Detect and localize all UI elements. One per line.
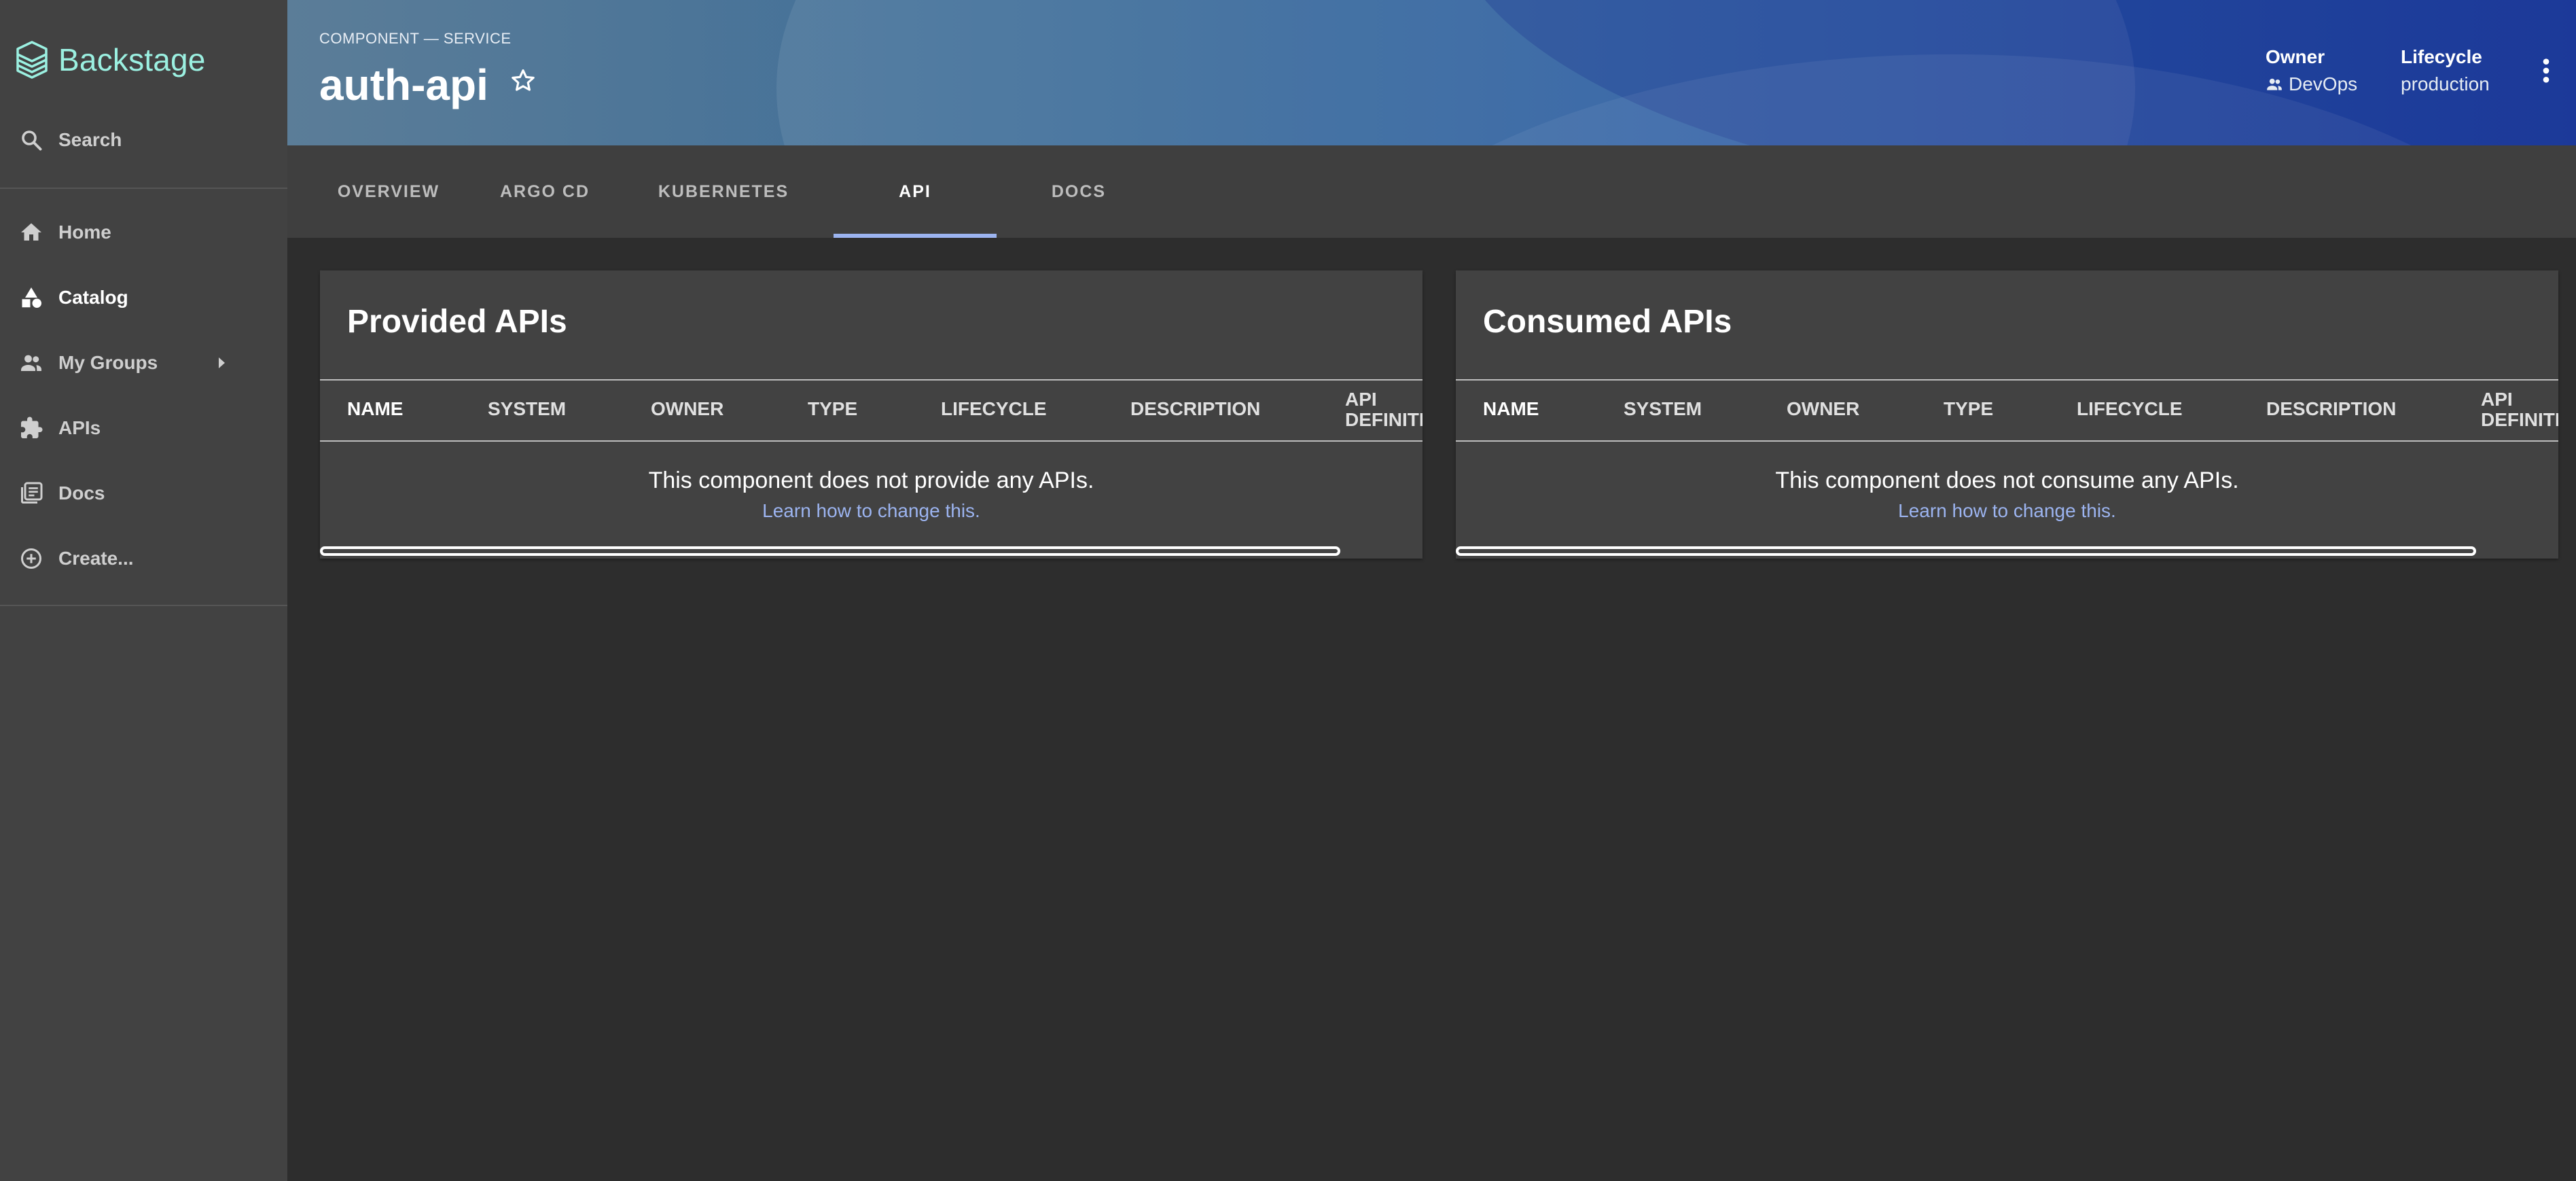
owner-name[interactable]: DevOps xyxy=(2289,73,2357,95)
column-header-name[interactable]: NAME xyxy=(347,398,403,420)
tab-argo-cd[interactable]: ARGO CD xyxy=(490,145,600,238)
catalog-icon xyxy=(22,287,41,308)
empty-state-message: This component does not provide any APIs… xyxy=(648,468,1094,493)
lifecycle-value: production xyxy=(2401,73,2490,94)
sidebar-divider xyxy=(0,188,287,189)
owner-value[interactable]: DevOps xyxy=(2266,73,2357,95)
column-header-system[interactable]: SYSTEM xyxy=(1624,398,1702,420)
table-header-top-border xyxy=(320,379,1423,381)
sidebar-divider xyxy=(0,605,287,606)
entity-kind-label: COMPONENT — SERVICE xyxy=(319,30,512,47)
search-icon xyxy=(22,130,42,151)
column-header-description[interactable]: DESCRIPTION xyxy=(2266,398,2396,420)
provided-apis-card: Provided APIs NAME SYSTEM OWNER TYPE LIF… xyxy=(320,270,1423,559)
entity-header: COMPONENT — SERVICE auth-api Owner DevOp… xyxy=(287,0,2576,145)
sidebar-item-label: Catalog xyxy=(58,287,128,308)
sidebar-item-label: APIs xyxy=(58,417,101,438)
column-header-lifecycle[interactable]: LIFECYCLE xyxy=(941,398,1047,420)
more-vert-icon[interactable] xyxy=(2541,57,2552,84)
owner-meta: Owner DevOps xyxy=(2266,46,2357,95)
column-header-description[interactable]: DESCRIPTION xyxy=(1130,398,1260,420)
sidebar-item-label: Home xyxy=(58,222,111,243)
chevron-right-icon[interactable] xyxy=(219,357,225,368)
sidebar-item-label: Docs xyxy=(58,482,105,504)
table-header-top-border xyxy=(1456,379,2558,381)
column-header-name[interactable]: NAME xyxy=(1483,398,1539,420)
sidebar-item-home[interactable]: Home xyxy=(0,200,287,265)
sidebar-search[interactable]: Search xyxy=(0,122,287,158)
owner-label: Owner xyxy=(2266,46,2325,67)
lifecycle-label: Lifecycle xyxy=(2401,46,2482,67)
learn-more-link-text[interactable]: Learn how to change this. xyxy=(1898,500,2116,521)
sidebar-item-my-groups[interactable]: My Groups xyxy=(0,330,287,395)
column-header-owner[interactable]: OWNER xyxy=(651,398,723,420)
favorite-star-icon[interactable] xyxy=(509,67,537,95)
table-header-bottom-border xyxy=(320,440,1423,442)
sidebar-item-apis[interactable]: APIs xyxy=(0,395,287,461)
brand-logo-link[interactable]: Backstage xyxy=(14,35,206,84)
extension-icon xyxy=(21,417,43,438)
column-header-api-definition[interactable]: API DEFINITION xyxy=(2481,389,2558,430)
column-header-type[interactable]: TYPE xyxy=(808,398,857,420)
sidebar-item-catalog[interactable]: Catalog xyxy=(0,265,287,330)
column-header-system[interactable]: SYSTEM xyxy=(488,398,566,420)
home-icon xyxy=(21,223,41,241)
add-circle-icon xyxy=(21,548,41,569)
horizontal-scrollbar[interactable] xyxy=(320,546,1340,556)
tab-overview[interactable]: OVERVIEW xyxy=(328,145,449,238)
app-root: Backstage Search Home Catalog My Groups … xyxy=(0,0,2576,1181)
sidebar-item-create[interactable]: Create... xyxy=(0,526,287,591)
docs-icon xyxy=(21,482,43,504)
column-header-lifecycle[interactable]: LIFECYCLE xyxy=(2077,398,2183,420)
entity-tabs: OVERVIEW ARGO CD KUBERNETES API DOCS xyxy=(287,145,2576,238)
learn-more-link-text[interactable]: Learn how to change this. xyxy=(762,500,980,521)
card-title: Consumed APIs xyxy=(1483,304,1732,340)
tab-api[interactable]: API xyxy=(834,145,997,238)
learn-more-link: Learn how to change this. xyxy=(320,500,1423,522)
active-tab-indicator xyxy=(834,234,997,238)
column-header-type[interactable]: TYPE xyxy=(1944,398,1993,420)
page-title: auth-api xyxy=(319,60,488,109)
learn-more-link: Learn how to change this. xyxy=(1456,500,2558,522)
sidebar-search-label: Search xyxy=(58,129,122,150)
backstage-logo-icon xyxy=(16,41,48,79)
card-title: Provided APIs xyxy=(347,304,567,340)
sidebar-item-label: My Groups xyxy=(58,352,158,373)
sidebar-item-label: Create... xyxy=(58,548,134,569)
sidebar: Backstage Search Home Catalog My Groups … xyxy=(0,0,287,1181)
column-header-owner[interactable]: OWNER xyxy=(1787,398,1859,420)
sidebar-item-docs[interactable]: Docs xyxy=(0,461,287,526)
empty-state-message: This component does not consume any APIs… xyxy=(1775,468,2239,493)
group-icon xyxy=(2267,78,2282,90)
tab-kubernetes[interactable]: KUBERNETES xyxy=(649,145,798,238)
horizontal-scrollbar[interactable] xyxy=(1456,546,2476,556)
tab-docs[interactable]: DOCS xyxy=(1028,145,1130,238)
consumed-apis-card: Consumed APIs NAME SYSTEM OWNER TYPE LIF… xyxy=(1456,270,2558,559)
table-header-bottom-border xyxy=(1456,440,2558,442)
brand-name: Backstage xyxy=(58,42,206,77)
groups-icon xyxy=(21,355,41,371)
lifecycle-meta: Lifecycle production xyxy=(2401,46,2490,95)
column-header-api-definition[interactable]: API DEFINITION xyxy=(1345,389,1423,430)
